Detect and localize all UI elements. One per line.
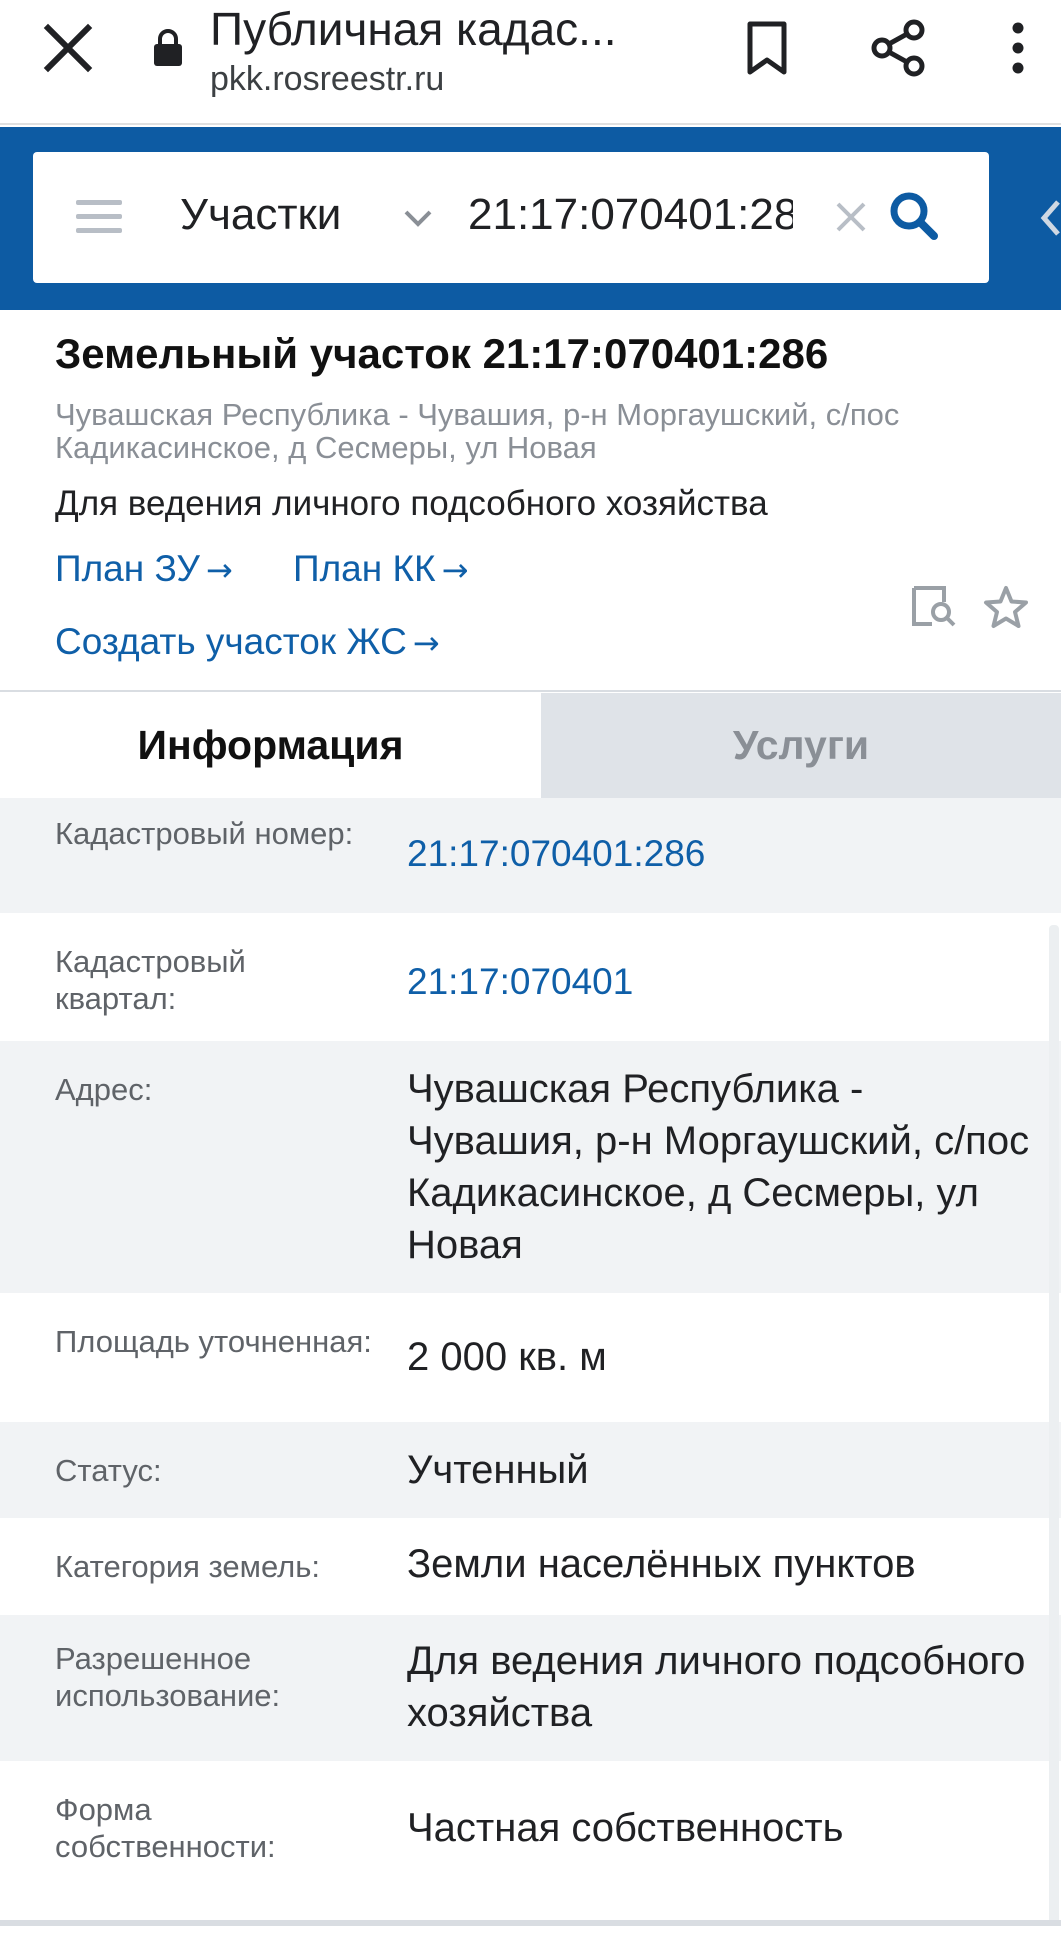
arrow-right-icon: →	[441, 551, 469, 589]
bookmark-icon[interactable]	[742, 18, 792, 78]
search-input[interactable]: 21:17:070401:28	[468, 190, 793, 240]
row-label: Площадь уточненная:	[55, 1324, 372, 1359]
document-search-icon[interactable]	[910, 582, 958, 630]
page-title: Публичная кадас...	[210, 3, 617, 55]
info-row-cadastral-quarter: Кадастровый квартал: 21:17:070401	[0, 913, 1061, 1041]
plan-zu-label: План ЗУ	[55, 548, 200, 589]
chevron-left-icon[interactable]	[1036, 196, 1061, 240]
star-icon[interactable]	[982, 584, 1030, 632]
info-row-cadastral-number: Кадастровый номер: 21:17:070401:286	[0, 798, 1061, 913]
scrollbar[interactable]	[1049, 925, 1059, 1925]
divider	[0, 690, 1061, 692]
browser-toolbar: Публичная кадас... pkk.rosreestr.ru	[0, 0, 1061, 125]
arrow-right-icon: →	[412, 624, 440, 662]
plot-address: Чувашская Республика - Чувашия, р-н Морг…	[55, 397, 900, 465]
divider	[0, 1920, 1061, 1926]
plan-kk-label: План КК	[293, 548, 436, 589]
close-icon[interactable]	[40, 20, 96, 76]
plan-kk-link[interactable]: План КК →	[293, 548, 468, 590]
share-icon[interactable]	[868, 18, 928, 78]
row-label: Категория земель:	[55, 1549, 321, 1584]
info-row-permitted-use: Разрешенное использование: Для ведения л…	[0, 1615, 1061, 1761]
row-value: Земли населённых пунктов	[407, 1542, 916, 1586]
arrow-right-icon: →	[205, 551, 233, 589]
create-js-link[interactable]: Создать участок ЖС →	[55, 621, 440, 663]
menu-icon[interactable]	[76, 200, 122, 234]
row-label: Форма собственности:	[55, 1792, 276, 1864]
tab-services[interactable]: Услуги	[541, 693, 1061, 798]
info-row-address: Адрес: Чувашская Республика - Чувашия, р…	[0, 1041, 1061, 1293]
row-label: Статус:	[55, 1453, 162, 1488]
row-label: Адрес:	[55, 1072, 153, 1107]
more-vert-icon[interactable]	[1000, 18, 1036, 78]
row-value: 2 000 кв. м	[407, 1335, 607, 1379]
clear-icon[interactable]	[830, 196, 872, 238]
info-row-ownership: Форма собственности: Частная собственнос…	[0, 1761, 1061, 1920]
cadastral-number-link[interactable]: 21:17:070401:286	[407, 828, 1042, 880]
lock-icon	[154, 29, 182, 66]
row-value: Чувашская Республика - Чувашия, р-н Морг…	[407, 1067, 1030, 1267]
info-row-land-category: Категория земель: Земли населённых пункт…	[0, 1518, 1061, 1615]
row-label: Кадастровый номер:	[55, 816, 354, 851]
search-icon[interactable]	[888, 190, 940, 242]
plot-use: Для ведения личного подсобного хозяйства	[55, 484, 768, 523]
row-value: Для ведения личного подсобного хозяйства	[407, 1639, 1026, 1735]
plan-zu-link[interactable]: План ЗУ →	[55, 548, 233, 590]
create-js-label: Создать участок ЖС	[55, 621, 407, 662]
info-row-area: Площадь уточненная: 2 000 кв. м	[0, 1293, 1061, 1422]
row-value: Учтенный	[407, 1448, 589, 1492]
row-value: Частная собственность	[407, 1806, 844, 1850]
category-select[interactable]: Участки	[180, 190, 341, 240]
plot-title: Земельный участок 21:17:070401:286	[55, 330, 829, 377]
page-url[interactable]: pkk.rosreestr.ru	[210, 60, 444, 99]
row-label: Кадастровый квартал:	[55, 944, 246, 1016]
chevron-down-icon[interactable]	[400, 200, 436, 236]
cadastral-quarter-link[interactable]: 21:17:070401	[407, 956, 1042, 1008]
tab-information[interactable]: Информация	[0, 693, 541, 798]
row-label: Разрешенное использование:	[55, 1641, 281, 1713]
info-row-status: Статус: Учтенный	[0, 1422, 1061, 1518]
